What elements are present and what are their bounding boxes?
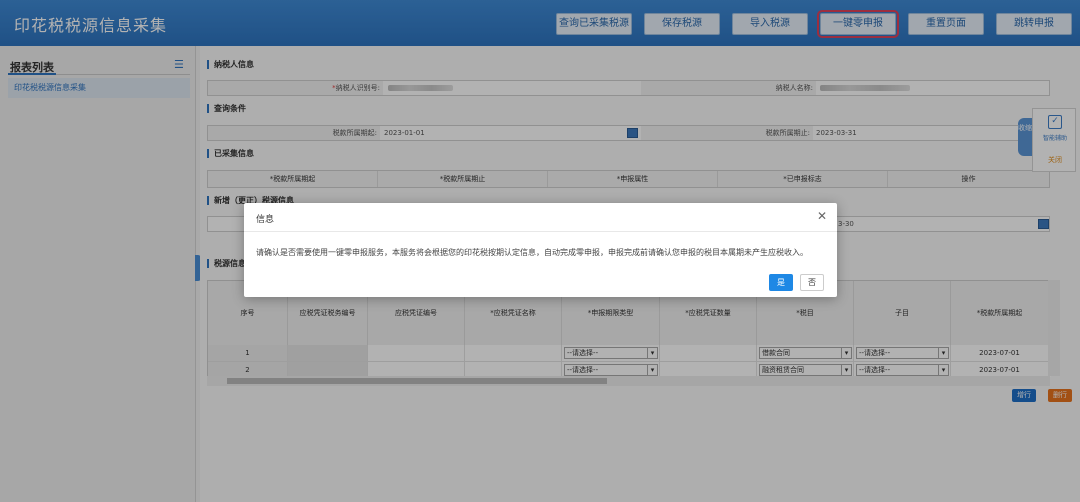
dialog-message: 请确认是否需要使用一键零申报服务，本服务将会根据您的印花税按期认定信息，自动完成… (256, 248, 808, 257)
dialog-divider (244, 231, 837, 232)
close-icon[interactable]: ✕ (817, 209, 827, 223)
dialog-title: 信息 (256, 215, 275, 225)
confirm-yes-button[interactable]: 是 (769, 274, 793, 291)
confirm-no-button[interactable]: 否 (800, 274, 824, 291)
confirm-dialog: 信息 ✕ 请确认是否需要使用一键零申报服务，本服务将会根据您的印花税按期认定信息… (244, 203, 837, 297)
